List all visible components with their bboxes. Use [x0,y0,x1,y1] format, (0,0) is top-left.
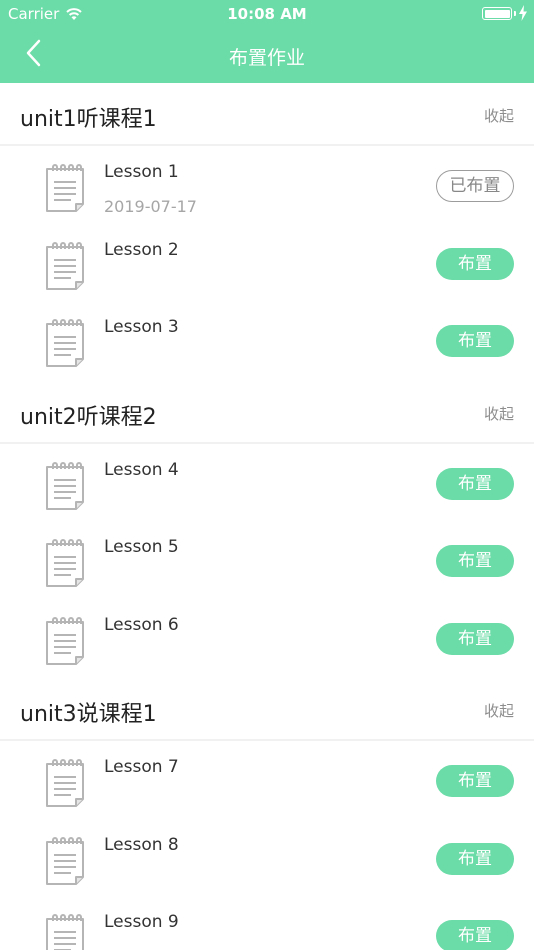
assign-button[interactable]: 布置 [436,467,514,500]
notebook-icon [45,241,85,290]
battery-icon [482,7,512,20]
collapse-button[interactable]: 收起 [484,105,514,126]
notebook-icon [45,461,85,510]
lesson-name: Lesson 3 [104,317,179,337]
section: unit1听课程1 收起 Lesson 1 2019-07-17 已布置 Lesson 2… [0,83,534,381]
notebook-icon [45,164,85,212]
lesson-list: unit1听课程1 收起 Lesson 1 2019-07-17 已布置 Lesson 2… [0,83,534,950]
lesson-name: Lesson 5 [104,537,179,557]
page-title: 布置作业 [228,47,305,69]
header: Carrier 10:08 AM 布置作业 [0,0,534,83]
list-item[interactable]: Lesson 1 2019-07-17 已布置 [0,148,534,226]
lesson-name: Lesson 4 [104,459,179,480]
section: unit2听课程2 收起 Lesson 4 布置 Lesson 5 布置 Lesson 6 布… [0,381,534,679]
lesson-name: Lesson 1 [104,162,179,182]
list-item[interactable]: Lesson 8 布置 [0,821,534,899]
assign-button[interactable]: 布置 [436,247,514,280]
nav-bar: 布置作业 [0,28,534,83]
section-title: unit2听课程2 [20,404,157,430]
notebook-icon [45,616,85,665]
lesson-name: Lesson 6 [104,614,179,635]
section-header: unit1听课程1 收起 [0,83,534,146]
list-item[interactable]: Lesson 7 布置 [0,743,534,821]
battery-tip [514,11,516,16]
section-body: Lesson 1 2019-07-17 已布置 Lesson 2 布置 Lesson 3 布… [0,148,534,381]
battery-fill [484,9,510,18]
lesson-name: Lesson 9 [104,912,179,932]
assigned-button[interactable]: 已布置 [436,170,514,202]
section-title: unit3说课程1 [20,702,157,727]
notebook-icon [45,319,85,367]
notebook-icon [45,914,85,950]
charging-bolt-icon [519,5,527,21]
status-bar: Carrier 10:08 AM [0,0,534,28]
list-item[interactable]: Lesson 6 布置 [0,601,534,679]
assign-button[interactable]: 布置 [436,920,514,950]
section-header: unit2听课程2 收起 [0,381,534,444]
list-item[interactable]: Lesson 2 布置 [0,226,534,304]
assign-button[interactable]: 布置 [436,545,514,577]
section-body: Lesson 7 布置 Lesson 8 布置 Lesson 9 布置 [0,743,534,950]
lesson-date: 2019-07-17 [104,197,197,216]
list-item[interactable]: Lesson 4 布置 [0,446,534,524]
notebook-icon [45,759,85,807]
list-item[interactable]: Lesson 5 布置 [0,523,534,601]
list-item[interactable]: Lesson 3 布置 [0,303,534,381]
collapse-button[interactable]: 收起 [484,700,514,721]
collapse-button[interactable]: 收起 [484,403,514,424]
section-title: unit1听课程1 [20,107,157,132]
section: unit3说课程1 收起 Lesson 7 布置 Lesson 8 布置 Lesson 9 布… [0,678,534,950]
section-header: unit3说课程1 收起 [0,678,534,741]
lesson-name: Lesson 8 [104,834,179,855]
app-screen: Carrier 10:08 AM 布置作业 unit1听课程1 收起 Lesso… [0,0,534,950]
lesson-name: Lesson 7 [104,757,179,777]
assign-button[interactable]: 布置 [436,622,514,655]
assign-button[interactable]: 布置 [436,842,514,875]
section-body: Lesson 4 布置 Lesson 5 布置 Lesson 6 布置 [0,446,534,679]
notebook-icon [45,539,85,587]
notebook-icon [45,836,85,885]
assign-button[interactable]: 布置 [436,325,514,357]
status-time: 10:08 AM [227,5,307,23]
lesson-name: Lesson 2 [104,239,179,260]
assign-button[interactable]: 布置 [436,765,514,797]
list-item[interactable]: Lesson 9 布置 [0,898,534,950]
